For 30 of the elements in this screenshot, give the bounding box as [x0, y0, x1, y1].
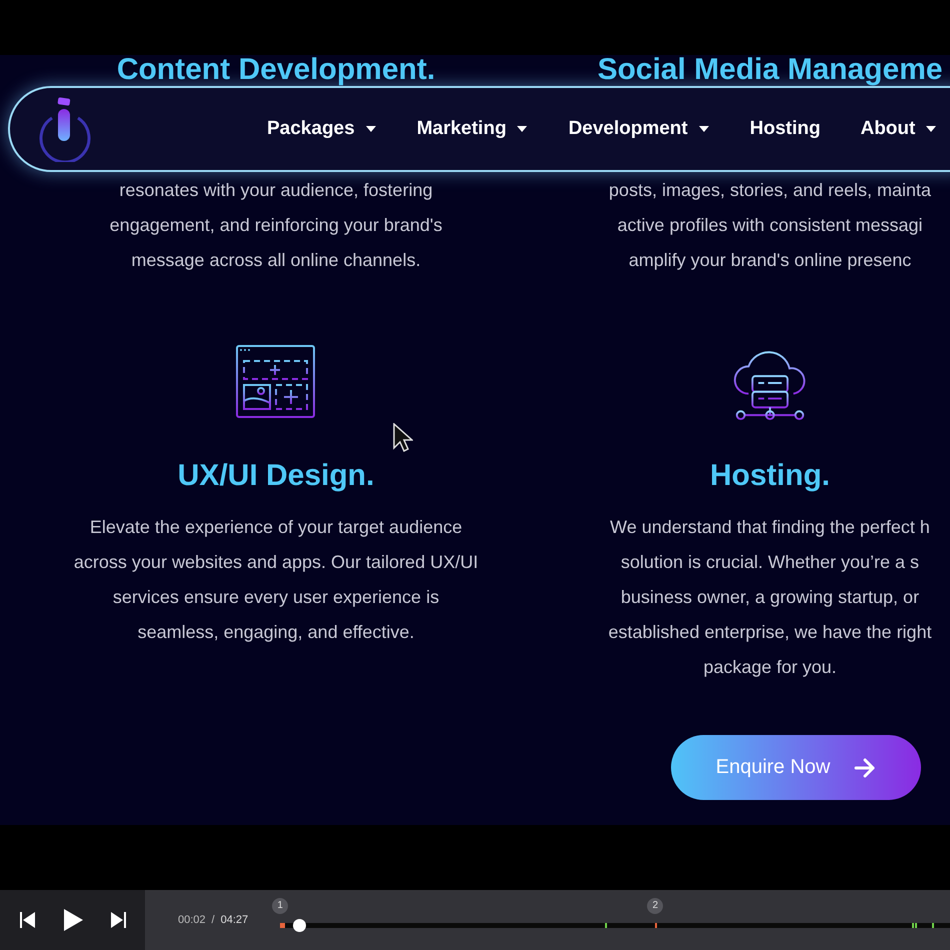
service-description: Elevate the experience of your target audience across your websites and apps. Our tailored UX/UI services ensure every user experience is seamless, engaging, and effective. — [74, 516, 478, 644]
chapter-marker[interactable]: 1 — [272, 898, 288, 914]
nav-link[interactable]: Development — [568, 118, 710, 140]
enquire-now-button[interactable]: Enquire Now — [671, 735, 921, 800]
nav-link[interactable]: About — [860, 118, 938, 140]
arrow-right-icon — [854, 758, 876, 778]
service-title: Content Development. — [116, 55, 436, 85]
nav-link[interactable]: Marketing — [416, 118, 528, 140]
skip-forward-icon[interactable] — [108, 911, 126, 929]
service-title: Hosting. — [710, 459, 830, 493]
caret-down-icon — [364, 125, 377, 133]
service-title: UX/UI Design. — [178, 459, 374, 493]
service-description: posts, images, stories, and reels, mainta active profiles with consistent messagi amplify your brand's online presenc — [608, 179, 932, 272]
time-separator: / — [212, 914, 215, 926]
web-layout-icon — [236, 343, 316, 421]
nav-link[interactable]: Hosting — [750, 118, 820, 140]
chapter-marker[interactable]: 2 — [647, 898, 664, 914]
duration: 04:27 — [220, 914, 248, 926]
nav-link[interactable]: Packages — [267, 118, 377, 140]
service-title: Social Media Manageme — [597, 55, 943, 85]
service-description: We understand that finding the perfect h solution is crucial. Whether you’re a s business owner, a growing startup, or established enterprise, we have the right package for you. — [608, 516, 932, 679]
skip-back-icon[interactable] — [18, 911, 36, 929]
caret-down-icon — [698, 125, 710, 133]
caret-down-icon — [925, 125, 938, 133]
play-icon[interactable] — [62, 908, 84, 932]
service-description: resonates with your audience, fostering engagement, and reinforcing your brand's message across all online channels. — [110, 179, 442, 272]
mouse-pointer-icon — [393, 423, 413, 453]
seek-handle[interactable] — [293, 919, 306, 932]
current-time: 00:02 — [178, 914, 206, 926]
caret-down-icon — [516, 125, 528, 133]
